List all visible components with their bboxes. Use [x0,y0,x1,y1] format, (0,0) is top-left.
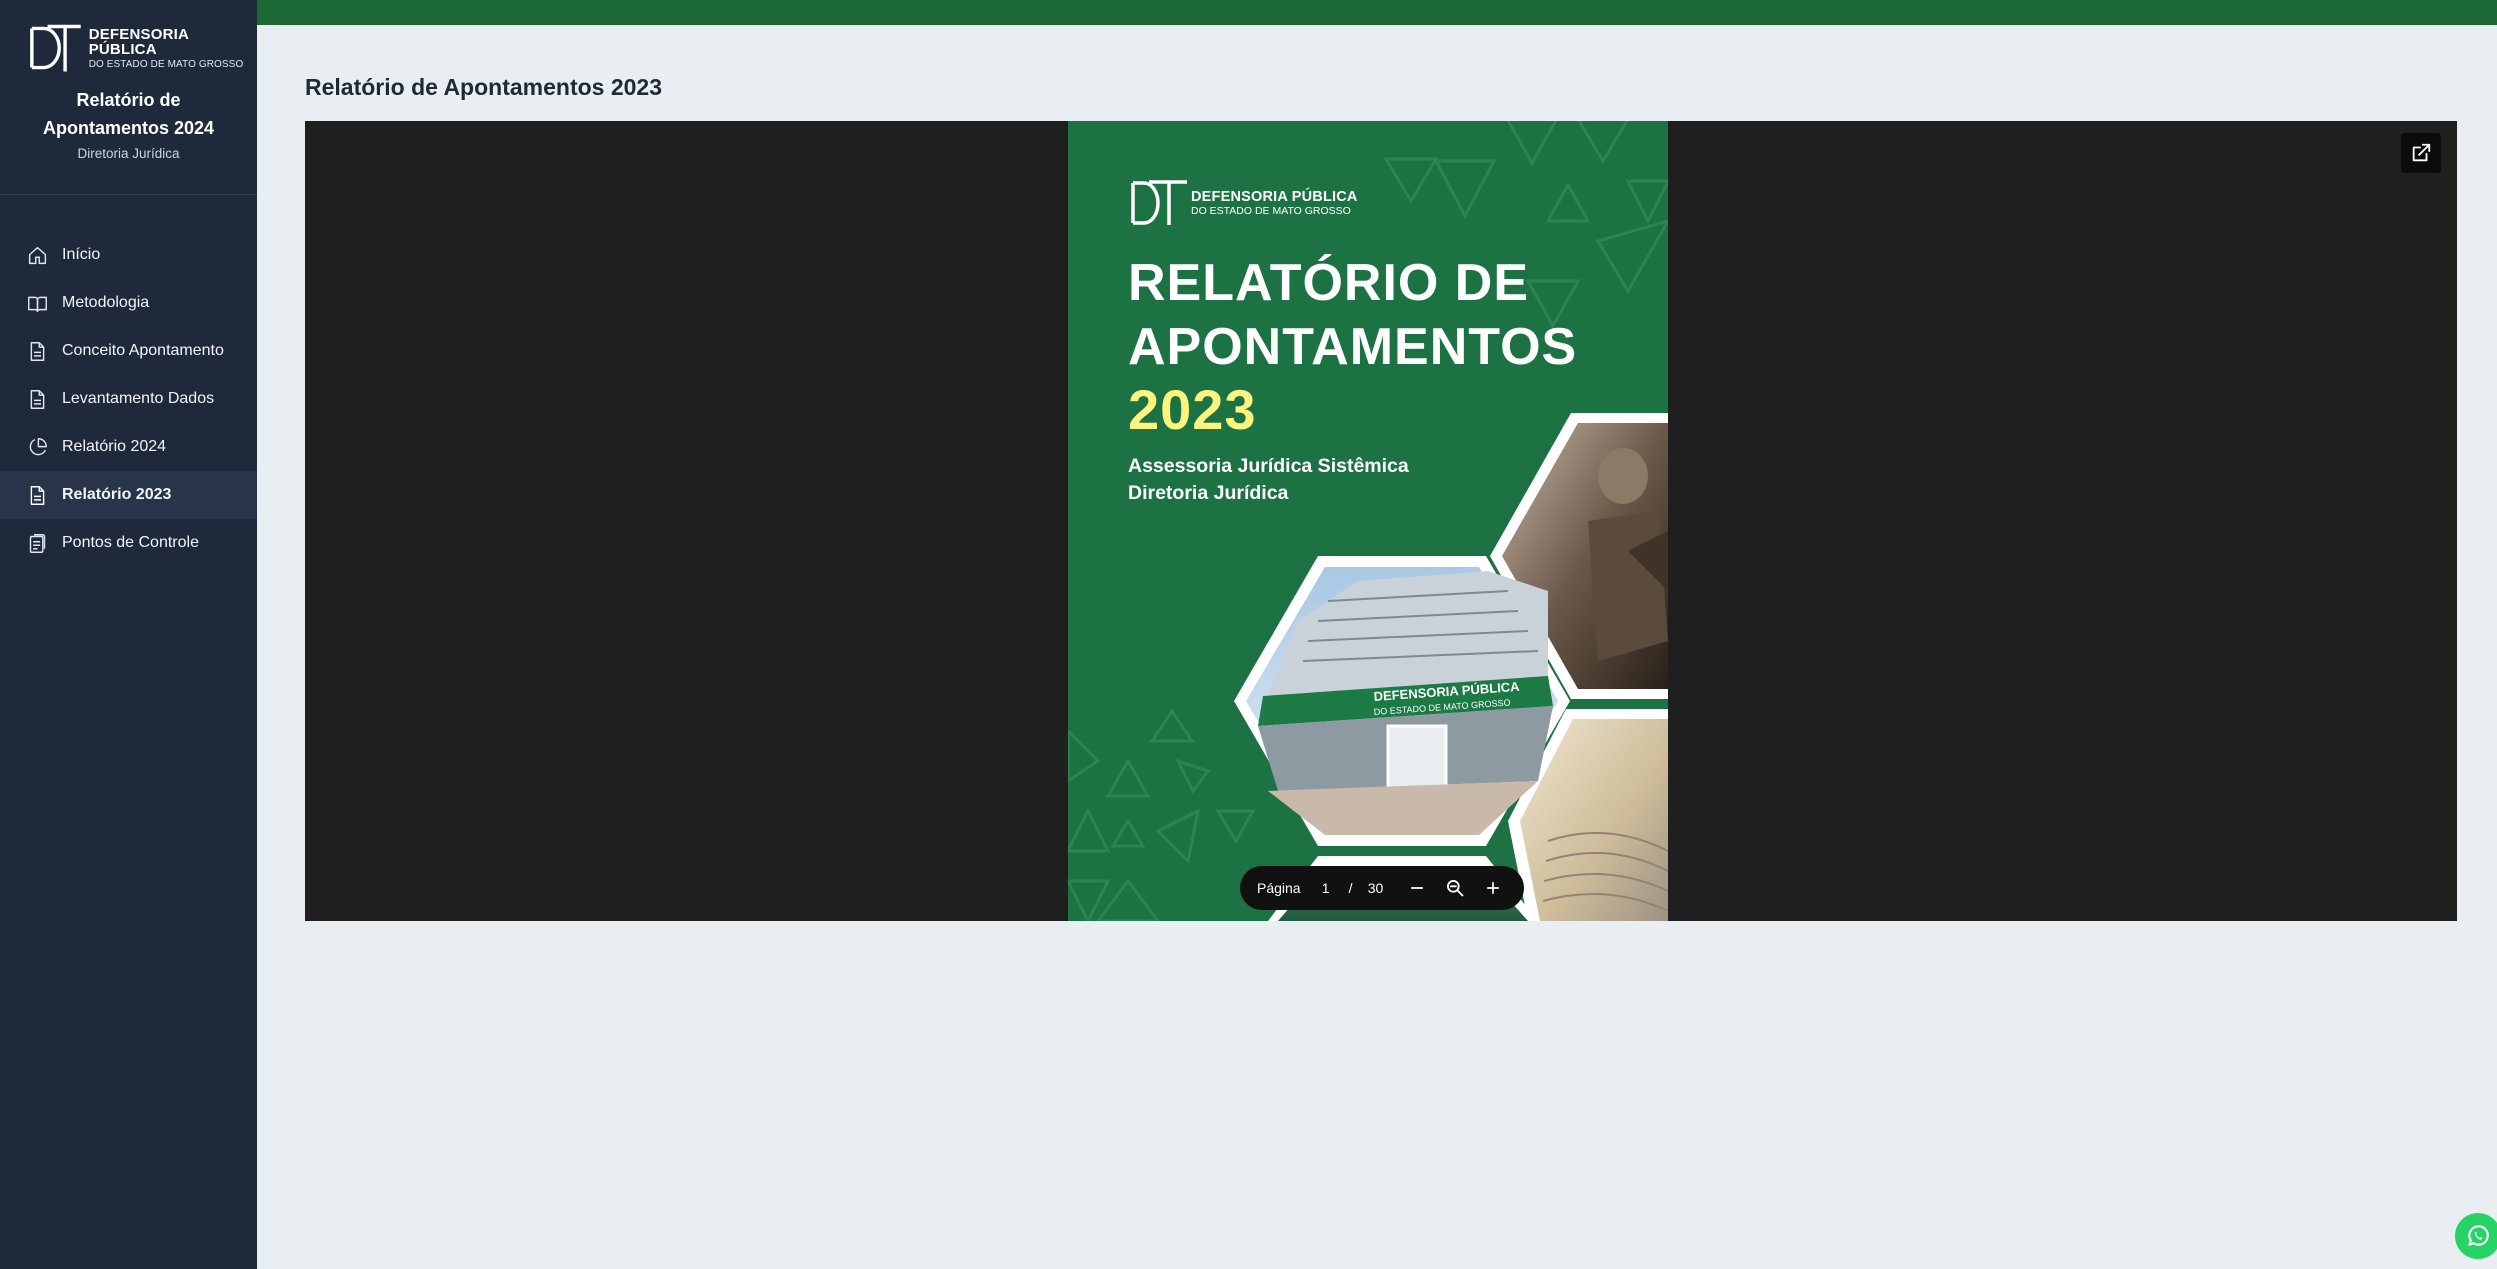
app-title-line-1: Relatório de [76,90,181,110]
document-icon [30,341,45,361]
sidebar-item-label: Conceito Apontamento [62,342,224,359]
pie-chart-icon [29,437,47,455]
pdf-sub-line-2: Diretoria Jurídica [1128,482,1289,504]
pdf-title-line-2: APONTAMENTOS [1128,318,1578,376]
pdf-cover-title: RELATÓRIO DE APONTAMENTOS [1128,251,1577,379]
logo[interactable]: DEFENSORIA PÚBLICA DO ESTADO DE MATO GRO… [0,22,257,74]
dpmt-logo-icon [30,24,81,72]
sidebar-item-label: Relatório 2023 [62,486,172,503]
pdf-logo-line-1: DEFENSORIA PÚBLICA [1191,188,1358,205]
sidebar-item-relatorio-2024[interactable]: Relatório 2024 [0,423,257,471]
sidebar-item-inicio[interactable]: Início [0,231,257,279]
sidebar-item-label: Relatório 2024 [62,438,167,455]
sidebar-item-pontos-de-controle[interactable]: Pontos de Controle [0,519,257,567]
total-pages: 30 [1367,880,1384,896]
app-title-line-2: Apontamentos 2024 [42,118,215,138]
sidebar-item-conceito-apontamento[interactable]: Conceito Apontamento [0,327,257,375]
pdf-viewer[interactable]: DEFENSORIA PÚBLICA DO ESTADO DE MATO GRO… [305,121,2457,921]
sidebar-item-relatorio-2023[interactable]: Relatório 2023 [0,471,257,519]
pdf-cover-year: 2023 [1128,378,1257,441]
app-title: Relatório de Apontamentos 2024 [0,86,257,142]
current-page-input[interactable]: 1 [1309,880,1343,896]
brand-header: DEFENSORIA PÚBLICA DO ESTADO DE MATO GRO… [0,0,257,195]
sidebar-item-label: Metodologia [62,294,150,311]
pdf-cover-subtitle: Assessoria Jurídica Sistêmica Diretoria … [1128,453,1409,507]
sidebar: DEFENSORIA PÚBLICA DO ESTADO DE MATO GRO… [0,0,257,1269]
logo-line-1: DEFENSORIA PÚBLICA [88,25,189,58]
page-navigation-toolbar: Página 1 / 30 [1240,866,1524,910]
plus-icon [1487,881,1500,895]
home-icon [28,246,47,264]
top-bar [257,0,2497,25]
logo-line-2: DO ESTADO DE MATO GROSSO [88,58,244,70]
book-icon [28,296,47,312]
pdf-page[interactable]: DEFENSORIA PÚBLICA DO ESTADO DE MATO GRO… [1068,121,1668,921]
pdf-title-line-1: RELATÓRIO DE [1128,254,1530,312]
document-icon [30,389,45,409]
external-link-icon [2412,143,2431,162]
zoom-reset-button[interactable] [1436,869,1474,907]
sidebar-item-label: Levantamento Dados [62,390,215,407]
zoom-in-button[interactable] [1474,869,1512,907]
dpmt-logo-icon [1131,180,1187,225]
sidebar-item-label: Início [62,246,101,263]
sidebar-nav: Início Metodologia Conceito Apontamento … [0,231,257,567]
open-external-button[interactable] [2401,133,2441,173]
minus-icon [1411,887,1424,889]
whatsapp-button[interactable] [2455,1213,2497,1259]
sidebar-item-label: Pontos de Controle [62,534,199,551]
page-separator: / [1348,880,1353,896]
page-label: Página [1257,880,1301,896]
pdf-logo-line-2: DO ESTADO DE MATO GROSSO [1191,205,1351,217]
clipboard-icon [29,533,46,553]
page-title: Relatório de Apontamentos 2023 [305,74,663,100]
sidebar-item-levantamento-dados[interactable]: Levantamento Dados [0,375,257,423]
pdf-logo: DEFENSORIA PÚBLICA DO ESTADO DE MATO GRO… [1129,179,1358,227]
whatsapp-icon [2468,1225,2489,1246]
app-subtitle: Diretoria Jurídica [77,146,180,161]
zoom-out-button[interactable] [1398,869,1436,907]
pdf-sub-line-1: Assessoria Jurídica Sistêmica [1128,455,1409,477]
sidebar-item-metodologia[interactable]: Metodologia [0,279,257,327]
document-icon [30,485,45,505]
pdf-cover-graphics: DEFENSORIA PÚBLICA DO ESTADO DE MATO GRO… [1068,121,1668,921]
magnifier-icon [1447,880,1464,897]
